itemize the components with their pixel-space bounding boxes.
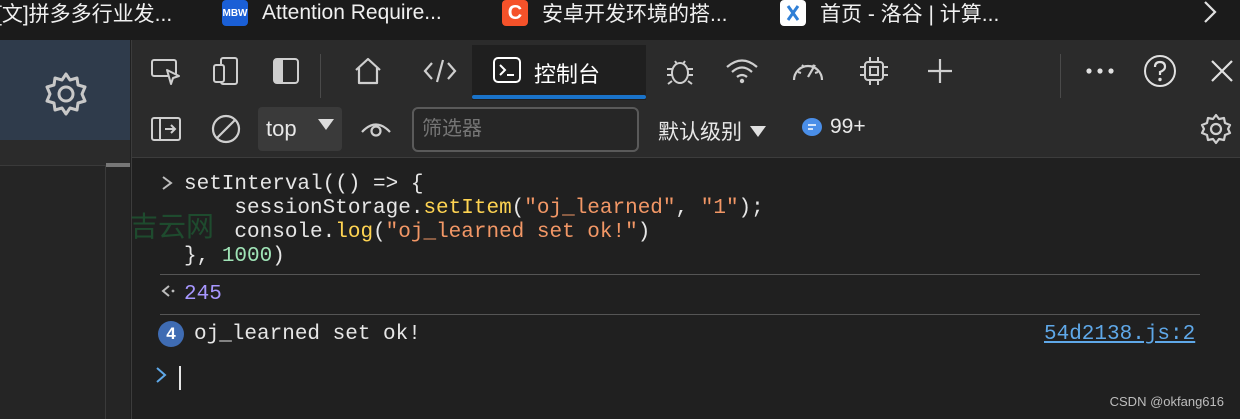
code-line: console.log("oj_learned set ok!") — [184, 221, 764, 245]
bookmark-item[interactable]: C 安卓开发环境的搭... — [502, 0, 728, 26]
bookmark-item[interactable]: MBW Attention Require... — [222, 0, 442, 26]
code-token: ( — [373, 221, 386, 244]
row-divider — [160, 314, 1200, 315]
clear-console-icon[interactable] — [208, 111, 244, 147]
more-options-icon[interactable] — [1082, 53, 1118, 89]
log-level-dropdown[interactable]: 默认级别 — [658, 116, 766, 146]
add-tool-icon[interactable] — [922, 53, 958, 89]
bug-icon[interactable] — [662, 53, 698, 89]
live-expression-eye-icon[interactable] — [358, 111, 394, 147]
bookmark-item[interactable]: [文]拼多多行业发... — [0, 0, 172, 26]
show-sidebar-icon[interactable] — [148, 111, 184, 147]
context-select[interactable]: top — [258, 107, 342, 151]
issues-counter[interactable]: 99+ — [802, 115, 866, 139]
mbw-logo-icon: MBW — [222, 0, 248, 26]
bookmarks-bar: [文]拼多多行业发... MBW Attention Require... C … — [0, 0, 1240, 40]
input-prompt-icon — [154, 364, 168, 394]
toolbar-separator — [320, 54, 321, 98]
elements-code-icon[interactable] — [422, 53, 458, 89]
code-token: "oj_learned set ok!" — [385, 221, 638, 244]
active-tab-indicator — [472, 95, 646, 99]
dock-panel-icon[interactable] — [268, 53, 304, 89]
filter-input[interactable] — [412, 107, 639, 152]
code-token: 1000 — [221, 245, 273, 268]
log-source-link[interactable]: 54d2138.js:2 — [1044, 323, 1195, 346]
bookmark-label: 安卓开发环境的搭... — [542, 3, 728, 26]
context-select-value: top — [266, 116, 297, 141]
wifi-network-icon[interactable] — [724, 53, 760, 89]
chevron-right-icon[interactable] — [1202, 0, 1218, 33]
luogu-icon — [780, 0, 806, 26]
code-token: }, — [184, 245, 222, 268]
code-line: setInterval(() => { — [184, 173, 764, 197]
code-line: sessionStorage.setItem("oj_learned", "1"… — [184, 197, 764, 221]
row-divider — [160, 274, 1200, 275]
page-content-area — [0, 165, 130, 419]
tab-console-label: 控制台 — [534, 61, 601, 87]
log-message: oj_learned set ok! — [194, 323, 421, 346]
code-line: }, 1000) — [184, 245, 764, 269]
message-bubble-icon — [802, 118, 822, 136]
devtools-toolbar: 控制台 — [132, 40, 1240, 102]
text-cursor[interactable] — [179, 366, 181, 390]
memory-chip-icon[interactable] — [856, 53, 892, 89]
caret-down-icon — [750, 125, 766, 137]
caret-down-icon — [318, 119, 334, 130]
code-token: sessionStorage. — [184, 197, 424, 220]
code-token: ) — [272, 245, 285, 268]
code-token: "1" — [700, 197, 739, 220]
code-token: ); — [738, 197, 764, 220]
code-token: ( — [511, 197, 525, 220]
inspect-element-icon[interactable] — [148, 53, 184, 89]
footer-credit: CSDN @okfang616 — [1109, 394, 1224, 409]
help-icon[interactable] — [1142, 53, 1178, 89]
code-token: setInterval(() => { — [184, 173, 424, 196]
tab-console[interactable]: 控制台 — [472, 45, 646, 100]
performance-gauge-icon[interactable] — [790, 53, 826, 89]
bookmark-item[interactable]: 首页 - 洛谷 | 计算... — [780, 0, 999, 26]
command-code: setInterval(() => { sessionStorage.setIt… — [184, 173, 764, 269]
watermark: 吉云网 — [130, 210, 215, 243]
gear-icon[interactable] — [42, 70, 90, 123]
console-icon — [492, 56, 522, 89]
home-icon[interactable] — [350, 53, 386, 89]
issues-count: 99+ — [830, 115, 866, 138]
devtools-panel: 控制台 top 筛选器 默认级别 99+ setInterval(() => {… — [131, 40, 1240, 419]
close-icon[interactable] — [1204, 53, 1240, 89]
code-token: ) — [637, 221, 651, 244]
bookmark-label: Attention Require... — [262, 1, 442, 24]
divider — [105, 165, 106, 419]
code-token: setItem — [423, 197, 512, 220]
bookmark-label: [文]拼多多行业发... — [0, 3, 173, 26]
settings-area — [0, 40, 130, 140]
console-output[interactable]: setInterval(() => { sessionStorage.setIt… — [132, 159, 1240, 419]
console-toolbar: top 默认级别 99+ — [132, 102, 1240, 158]
scrollbar-thumb[interactable] — [106, 163, 130, 167]
code-token: log — [335, 221, 374, 244]
device-emulation-icon[interactable] — [208, 53, 244, 89]
repeat-count-badge: 4 — [158, 321, 184, 347]
command-prompt-icon — [160, 173, 174, 200]
code-token: "oj_learned" — [524, 197, 676, 220]
result-value: 245 — [184, 283, 222, 306]
page-left-panel — [0, 40, 130, 419]
log-level-label: 默认级别 — [658, 121, 742, 144]
code-token: , — [675, 197, 701, 220]
bookmark-label: 首页 - 洛谷 | 计算... — [820, 3, 1000, 26]
console-settings-gear-icon[interactable] — [1198, 111, 1234, 147]
result-arrow-icon — [158, 281, 178, 308]
toolbar-separator — [1060, 54, 1061, 98]
csdn-c-icon: C — [502, 0, 528, 26]
